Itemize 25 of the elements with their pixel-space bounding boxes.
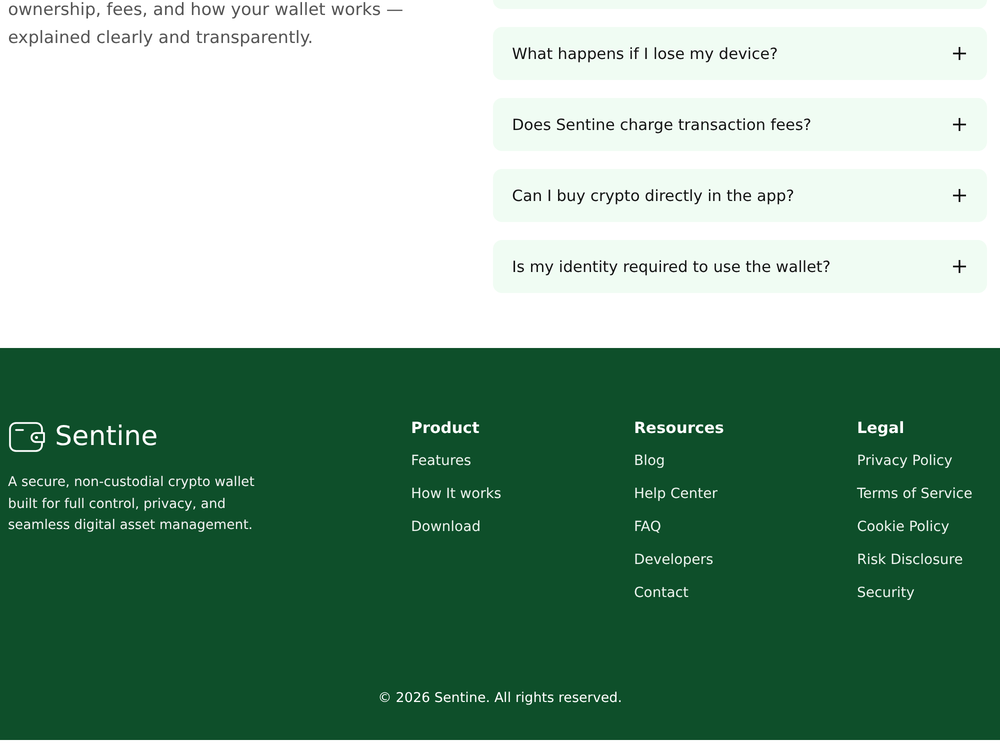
wallet-icon	[9, 422, 45, 452]
footer-link[interactable]: Terms of Service	[857, 484, 972, 504]
footer-link[interactable]: Cookie Policy	[857, 517, 950, 537]
footer-link[interactable]: How It works	[411, 484, 502, 504]
footer-link[interactable]: FAQ	[634, 517, 662, 537]
footer-column-heading: Resources	[634, 418, 724, 438]
faq-question[interactable]: Is my identity required to use the wallet?	[493, 240, 987, 293]
footer-link[interactable]: Developers	[634, 550, 714, 570]
faq-question[interactable]: What happens if I lose my device?	[493, 27, 987, 80]
footer-link[interactable]: Security	[857, 583, 914, 603]
faq-question[interactable]: Does Sentine charge transaction fees?	[493, 98, 987, 151]
intro-paragraph: ownership, fees, and how your wallet works — explained clearly and transparently.	[8, 0, 404, 50]
brand-name: Sentine	[55, 420, 158, 454]
footer-link[interactable]: Help Center	[634, 484, 718, 504]
brand-description: A secure, non-custodial crypto wallet built for full control, privacy, and seamless digital asset management.	[8, 474, 256, 535]
footer-link[interactable]: Features	[411, 451, 472, 471]
footer-link[interactable]: Risk Disclosure	[857, 550, 963, 570]
footer-column-heading: Legal	[857, 418, 904, 438]
footer-link[interactable]: Download	[411, 517, 481, 537]
footer-link[interactable]: Blog	[634, 451, 665, 471]
footer-column-heading: Product	[411, 418, 480, 438]
footer-link[interactable]: Contact	[634, 583, 688, 603]
copyright-text: © 2026 Sentine. All rights reserved.	[376, 690, 624, 706]
faq-question[interactable]: Can I buy crypto directly in the app?	[493, 169, 987, 222]
footer-link[interactable]: Privacy Policy	[857, 451, 952, 471]
